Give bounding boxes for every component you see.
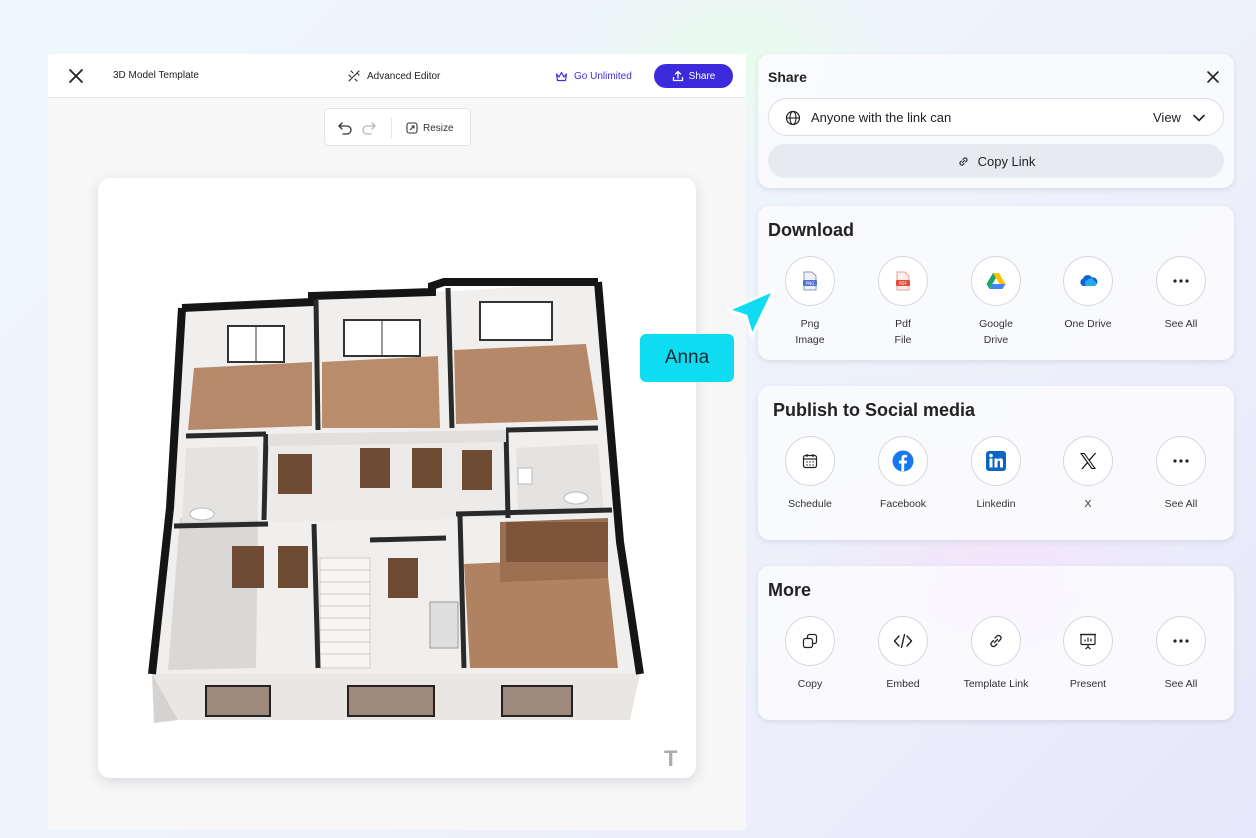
advanced-editor-button[interactable]: Advanced Editor (347, 68, 440, 84)
chevron-down-icon (1193, 114, 1205, 122)
social-media-title: Publish to Social media (773, 400, 976, 420)
resize-button[interactable]: Resize (406, 120, 454, 136)
more-dots-icon (1173, 279, 1189, 283)
globe-icon (785, 110, 801, 126)
linkedin-button[interactable]: Linkedin (956, 436, 1036, 512)
resize-icon (406, 122, 418, 134)
editor-toolbar: Resize (324, 108, 471, 146)
download-see-all-button[interactable]: See All (1141, 256, 1221, 332)
copy-label: Copy (797, 678, 823, 690)
permission-description: Anyone with the link can (811, 110, 952, 125)
editor-panel: 3D Model Template Advanced Editor Go Unl… (48, 54, 746, 830)
present-button[interactable]: Present (1048, 616, 1128, 692)
copy-link-label: Copy Link (977, 153, 1036, 169)
presentation-icon (1080, 633, 1096, 650)
facebook-icon (892, 450, 914, 472)
more-see-all-button[interactable]: See All (1141, 616, 1221, 692)
google-drive-icon (986, 273, 1006, 289)
permission-value: View (1153, 110, 1181, 125)
more-title: More (768, 580, 812, 600)
onedrive-icon (1080, 275, 1098, 286)
social-media-panel: Publish to Social media Schedule Faceboo… (758, 386, 1234, 540)
x-label: X (1084, 498, 1092, 510)
facebook-button[interactable]: Facebook (863, 436, 943, 512)
social-see-all-label: See All (1164, 498, 1198, 510)
schedule-button[interactable]: Schedule (770, 436, 850, 512)
present-label: Present (1069, 678, 1107, 690)
facebook-label: Facebook (879, 498, 927, 510)
copy-button[interactable]: Copy (770, 616, 850, 692)
link-icon (990, 634, 1002, 648)
share-panel-title: Share (768, 69, 807, 85)
close-icon[interactable] (1206, 70, 1220, 84)
x-button[interactable]: X (1048, 436, 1128, 512)
embed-label: Embed (886, 678, 920, 690)
document-title: 3D Model Template (113, 70, 199, 81)
calendar-icon (802, 454, 818, 469)
svg-text:PNG: PNG (806, 281, 815, 286)
linkedin-icon (986, 451, 1006, 471)
download-title: Download (768, 220, 854, 240)
download-onedrive-label: One Drive (1064, 318, 1112, 330)
more-see-all-label: See All (1164, 678, 1198, 690)
code-icon (893, 633, 913, 649)
schedule-label: Schedule (788, 498, 832, 510)
svg-text:PDF: PDF (899, 281, 908, 286)
close-icon[interactable] (67, 67, 85, 85)
download-onedrive-button[interactable]: One Drive (1048, 256, 1128, 332)
go-unlimited-label: Go Unlimited (574, 70, 632, 82)
link-permission-dropdown[interactable]: Anyone with the link can View (768, 98, 1224, 136)
more-dots-icon (1173, 639, 1189, 643)
design-canvas[interactable]: T (98, 178, 696, 778)
more-panel: More Copy Embed Template Link Present Se… (758, 566, 1234, 720)
undo-icon[interactable] (337, 121, 353, 135)
template-link-button[interactable]: Template Link (956, 616, 1036, 692)
redo-icon[interactable] (361, 121, 377, 135)
download-pdf-label: Pdf File (894, 318, 912, 346)
3d-floor-plan-image (148, 278, 644, 723)
download-see-all-label: See All (1164, 318, 1198, 330)
pdf-file-icon: PDF (896, 271, 910, 291)
magic-tools-icon (348, 70, 360, 82)
collaborator-name-tag: Anna (640, 334, 734, 382)
download-google-drive-label: Google Drive (979, 318, 1013, 346)
template-link-label: Template Link (963, 678, 1029, 690)
x-logo-icon (1080, 453, 1097, 469)
download-png-button[interactable]: PNG Png Image (770, 256, 850, 348)
embed-button[interactable]: Embed (863, 616, 943, 692)
share-button[interactable]: Share (654, 64, 733, 88)
download-png-label: Png Image (795, 318, 825, 346)
social-see-all-button[interactable]: See All (1141, 436, 1221, 512)
linkedin-label: Linkedin (976, 498, 1016, 510)
more-dots-icon (1173, 459, 1189, 463)
download-google-drive-button[interactable]: Google Drive (956, 256, 1036, 348)
download-pdf-button[interactable]: PDF Pdf File (863, 256, 943, 348)
go-unlimited-button[interactable]: Go Unlimited (555, 68, 632, 84)
upload-icon (672, 70, 683, 82)
share-label: Share (688, 70, 716, 82)
toolbar-divider (391, 118, 392, 138)
png-file-icon: PNG (803, 271, 817, 291)
resize-label: Resize (423, 122, 454, 134)
brand-watermark: T (664, 746, 678, 771)
editor-topbar: 3D Model Template Advanced Editor Go Unl… (48, 54, 746, 98)
advanced-editor-label: Advanced Editor (367, 70, 441, 82)
crown-icon (555, 71, 568, 81)
copy-icon (802, 633, 818, 649)
download-panel: Download PNG Png Image PDF Pdf File Goog… (758, 206, 1234, 360)
share-panel: Share Anyone with the link can View Copy… (758, 54, 1234, 188)
copy-link-button[interactable]: Copy Link (768, 144, 1224, 178)
link-icon (958, 156, 968, 166)
